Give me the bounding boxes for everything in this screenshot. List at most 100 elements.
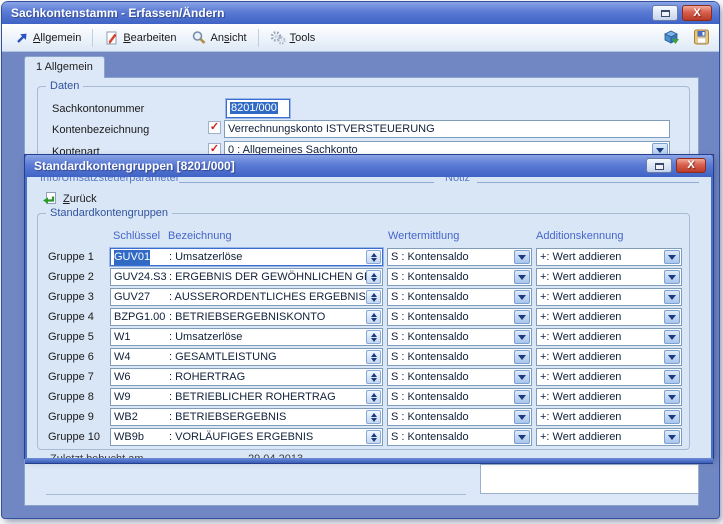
schluessel-bezeichnung-field[interactable]: GUV01 : Umsatzerlöse bbox=[110, 248, 383, 266]
wertermittlung-select[interactable]: S : Kontensaldo bbox=[387, 368, 532, 386]
package-export-button[interactable] bbox=[661, 27, 681, 47]
tab-allgemein[interactable]: 1 Allgemein bbox=[24, 56, 105, 78]
dropdown-arrow-icon[interactable] bbox=[664, 330, 680, 344]
close-window-button[interactable]: X bbox=[682, 5, 712, 21]
dropdown-arrow-icon[interactable] bbox=[514, 290, 530, 304]
toolbar-label: Allgemein bbox=[33, 32, 81, 44]
dropdown-arrow-icon[interactable] bbox=[664, 410, 680, 424]
toolbar-item-allgemein[interactable]: Allgemein bbox=[8, 28, 88, 48]
notiz-textarea[interactable] bbox=[480, 464, 699, 494]
spinner-button[interactable] bbox=[366, 350, 381, 364]
dropdown-arrow-icon[interactable] bbox=[514, 250, 530, 264]
additionskennung-value: +: Wert addieren bbox=[540, 371, 621, 383]
dropdown-arrow-icon[interactable] bbox=[514, 390, 530, 404]
wertermittlung-select[interactable]: S : Kontensaldo bbox=[387, 408, 532, 426]
additionskennung-select[interactable]: +: Wert addieren bbox=[536, 368, 682, 386]
schluessel-bezeichnung-field[interactable]: WB9b : VORLÄUFIGES ERGEBNIS bbox=[110, 428, 383, 446]
standardkontengruppen-group-label: Standardkontengruppen bbox=[46, 207, 172, 219]
bezeichnung-value: : Umsatzerlöse bbox=[169, 330, 242, 345]
schluessel-bezeichnung-field[interactable]: BZPG1.00 : BETRIEBSERGEBNISKONTO bbox=[110, 308, 383, 326]
dropdown-arrow-icon[interactable] bbox=[514, 410, 530, 424]
dialog-title: Standardkontengruppen [8201/000] bbox=[34, 159, 235, 173]
additionskennung-select[interactable]: +: Wert addieren bbox=[536, 388, 682, 406]
zurueck-label: Zurück bbox=[63, 193, 97, 205]
schluessel-bezeichnung-field[interactable]: GUV24.S3 : ERGEBNIS DER GEWÖHNLICHEN GES bbox=[110, 268, 383, 286]
red-check-icon: ✓ bbox=[208, 121, 221, 134]
wertermittlung-select[interactable]: S : Kontensaldo bbox=[387, 388, 532, 406]
bezeichnung-value: : BETRIEBSERGEBNISKONTO bbox=[169, 310, 325, 325]
dropdown-arrow-icon[interactable] bbox=[664, 430, 680, 444]
spinner-button[interactable] bbox=[366, 330, 381, 344]
kontenbezeichnung-input[interactable]: Verrechnungskonto ISTVERSTEUERUNG bbox=[224, 120, 670, 138]
additionskennung-select[interactable]: +: Wert addieren bbox=[536, 268, 682, 286]
schluessel-bezeichnung-field[interactable]: W1 : Umsatzerlöse bbox=[110, 328, 383, 346]
schluessel-bezeichnung-field[interactable]: GUV27 : AUSSERORDENTLICHES ERGEBNIS bbox=[110, 288, 383, 306]
spinner-button[interactable] bbox=[366, 290, 381, 304]
spinner-button[interactable] bbox=[366, 270, 381, 284]
dropdown-arrow-icon[interactable] bbox=[514, 310, 530, 324]
wertermittlung-select[interactable]: S : Kontensaldo bbox=[387, 268, 532, 286]
schluessel-bezeichnung-field[interactable]: WB2 : BETRIEBSERGEBNIS bbox=[110, 408, 383, 426]
background-group-labels: Info/Umsatzsteuerparameter Notiz bbox=[27, 177, 711, 186]
sachkontonummer-input[interactable]: 8201/000 bbox=[226, 99, 290, 118]
spinner-button[interactable] bbox=[366, 370, 381, 384]
wertermittlung-select[interactable]: S : Kontensaldo bbox=[387, 428, 532, 446]
toolbar-item-tools[interactable]: Tools bbox=[263, 27, 323, 48]
additionskennung-select[interactable]: +: Wert addieren bbox=[536, 428, 682, 446]
wertermittlung-select[interactable]: S : Kontensaldo bbox=[387, 328, 532, 346]
screen: Sachkontenstamm - Erfassen/Ändern X Allg… bbox=[0, 0, 723, 524]
dropdown-arrow-icon[interactable] bbox=[514, 430, 530, 444]
dropdown-arrow-icon[interactable] bbox=[664, 350, 680, 364]
additionskennung-value: +: Wert addieren bbox=[540, 331, 621, 343]
zurueck-button[interactable]: Zurück bbox=[35, 189, 103, 209]
restore-window-button[interactable] bbox=[652, 5, 678, 21]
wertermittlung-select[interactable]: S : Kontensaldo bbox=[387, 308, 532, 326]
spinner-button[interactable] bbox=[366, 310, 381, 324]
gruppe-label: Gruppe 8 bbox=[48, 388, 108, 406]
spinner-button[interactable] bbox=[366, 410, 381, 424]
schluessel-bezeichnung-field[interactable]: W4 : GESAMTLEISTUNG bbox=[110, 348, 383, 366]
dropdown-arrow-icon[interactable] bbox=[664, 290, 680, 304]
schluessel-bezeichnung-field[interactable]: W9 : BETRIEBLICHER ROHERTRAG bbox=[110, 388, 383, 406]
gruppe-label: Gruppe 4 bbox=[48, 308, 108, 326]
dialog-close-button[interactable]: X bbox=[676, 158, 706, 173]
dialog-restore-button[interactable] bbox=[646, 158, 672, 173]
table-row: Gruppe 2 GUV24.S3 : ERGEBNIS DER GEWÖHNL… bbox=[38, 268, 689, 286]
dropdown-arrow-icon[interactable] bbox=[514, 330, 530, 344]
dropdown-arrow-icon[interactable] bbox=[664, 250, 680, 264]
spinner-button[interactable] bbox=[366, 430, 381, 444]
wertermittlung-value: S : Kontensaldo bbox=[391, 411, 469, 423]
dropdown-arrow-icon[interactable] bbox=[514, 350, 530, 364]
additionskennung-select[interactable]: +: Wert addieren bbox=[536, 308, 682, 326]
wertermittlung-select[interactable]: S : Kontensaldo bbox=[387, 348, 532, 366]
additionskennung-select[interactable]: +: Wert addieren bbox=[536, 348, 682, 366]
dropdown-arrow-icon[interactable] bbox=[664, 270, 680, 284]
dropdown-arrow-icon[interactable] bbox=[664, 370, 680, 384]
kontenbezeichnung-value: Verrechnungskonto ISTVERSTEUERUNG bbox=[228, 123, 435, 135]
additionskennung-value: +: Wert addieren bbox=[540, 291, 621, 303]
additionskennung-select[interactable]: +: Wert addieren bbox=[536, 248, 682, 266]
wertermittlung-select[interactable]: S : Kontensaldo bbox=[387, 288, 532, 306]
wertermittlung-value: S : Kontensaldo bbox=[391, 291, 469, 303]
table-row: Gruppe 6 W4 : GESAMTLEISTUNG S : Kontens… bbox=[38, 348, 689, 366]
dialog-titlebar[interactable]: Standardkontengruppen [8201/000] X bbox=[25, 155, 713, 177]
toolbar-item-bearbeiten[interactable]: Bearbeiten bbox=[97, 27, 183, 48]
toolbar-item-ansicht[interactable]: Ansicht bbox=[184, 27, 254, 48]
spinner-button[interactable] bbox=[366, 390, 381, 404]
save-button[interactable] bbox=[691, 27, 711, 47]
main-titlebar[interactable]: Sachkontenstamm - Erfassen/Ändern X bbox=[2, 2, 719, 24]
additionskennung-select[interactable]: +: Wert addieren bbox=[536, 288, 682, 306]
table-rows: Gruppe 1 GUV01 : Umsatzerlöse S : Konten… bbox=[38, 248, 689, 448]
dropdown-arrow-icon[interactable] bbox=[514, 370, 530, 384]
wertermittlung-select[interactable]: S : Kontensaldo bbox=[387, 248, 532, 266]
gruppe-label: Gruppe 5 bbox=[48, 328, 108, 346]
additionskennung-select[interactable]: +: Wert addieren bbox=[536, 408, 682, 426]
schluessel-bezeichnung-field[interactable]: W6 : ROHERTRAG bbox=[110, 368, 383, 386]
bezeichnung-value: : ROHERTRAG bbox=[169, 370, 245, 385]
wertermittlung-value: S : Kontensaldo bbox=[391, 271, 469, 283]
dropdown-arrow-icon[interactable] bbox=[514, 270, 530, 284]
dropdown-arrow-icon[interactable] bbox=[664, 390, 680, 404]
additionskennung-select[interactable]: +: Wert addieren bbox=[536, 328, 682, 346]
dropdown-arrow-icon[interactable] bbox=[664, 310, 680, 324]
spinner-button[interactable] bbox=[366, 250, 381, 264]
